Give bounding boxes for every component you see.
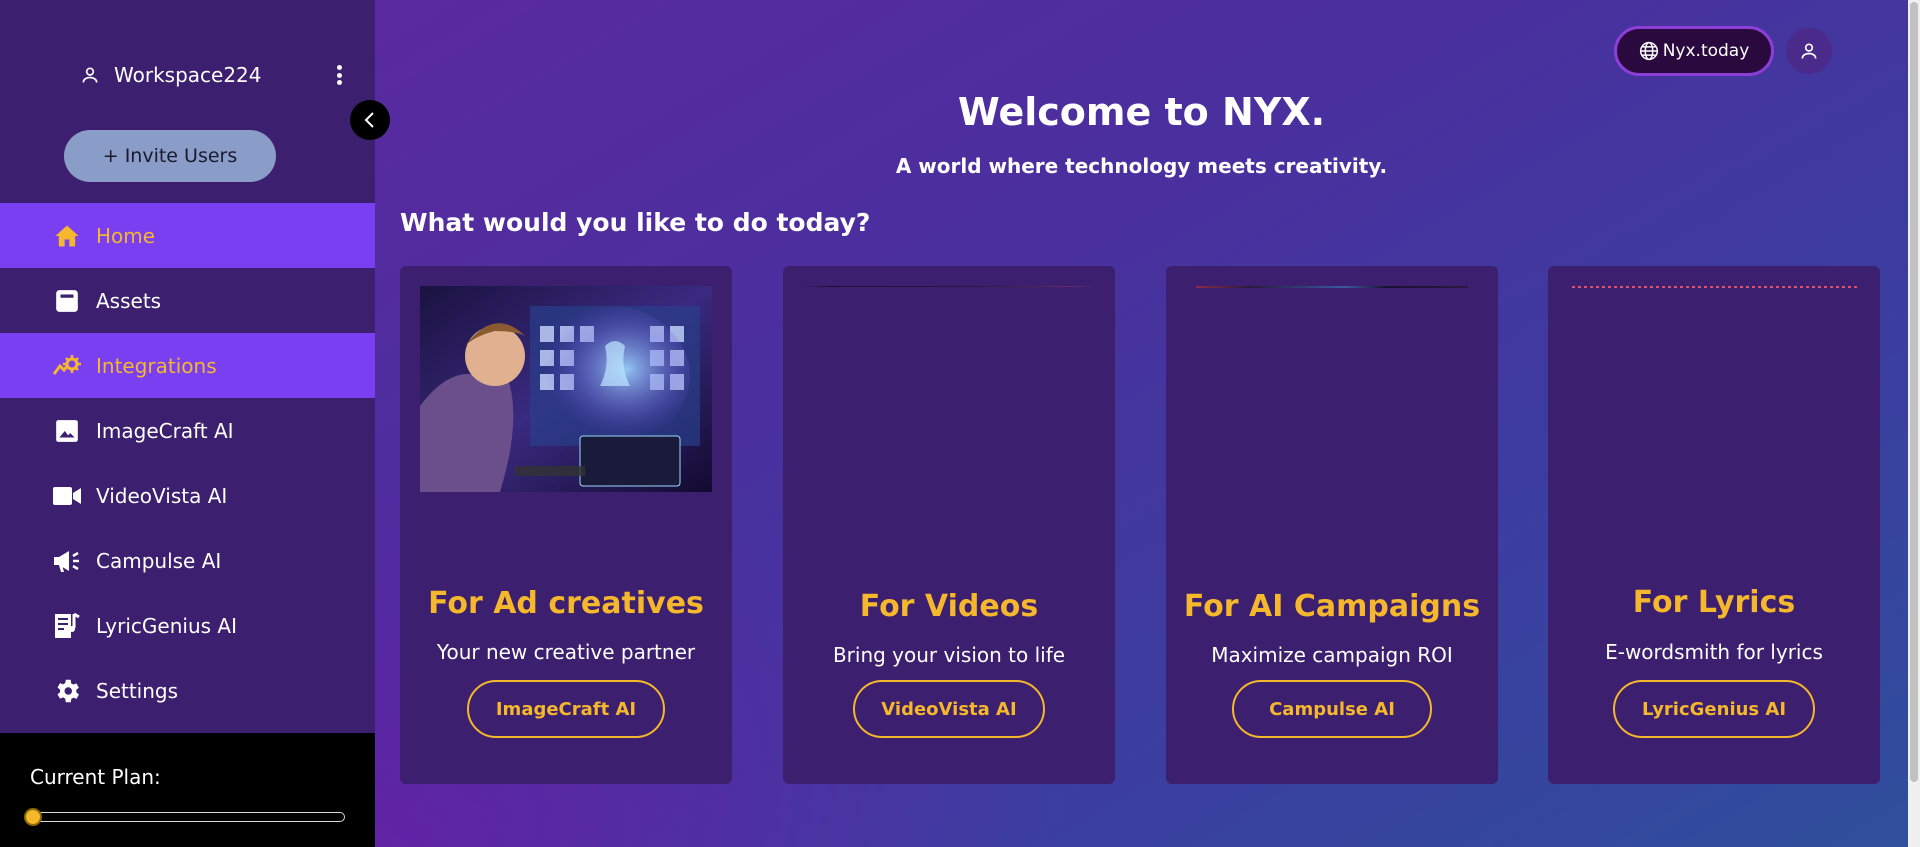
campulse-ai-button[interactable]: Campulse AI <box>1232 680 1432 738</box>
sidebar-item-label: Campulse AI <box>96 548 222 573</box>
chevron-left-icon <box>364 112 374 128</box>
video-thumbnail-placeholder <box>803 286 1095 287</box>
sidebar-item-lyricgenius[interactable]: LyricGenius AI <box>0 593 375 658</box>
site-link-label: Nyx.today <box>1662 41 1750 61</box>
card-title: For AI Campaigns <box>1183 589 1481 624</box>
sidebar-item-label: Settings <box>96 678 179 703</box>
card-subtitle: E-wordsmith for lyrics <box>1605 640 1823 664</box>
sidebar: Workspace224 + Invite Users Home Assets … <box>0 0 375 847</box>
user-icon <box>1801 43 1817 59</box>
sidebar-item-label: Home <box>96 223 156 248</box>
video-camera-icon <box>52 481 82 511</box>
card-title: For Videos <box>859 589 1039 624</box>
plan-slider-thumb[interactable] <box>24 808 42 826</box>
tagline: A world where technology meets creativit… <box>895 154 1388 178</box>
gear-icon <box>52 676 82 706</box>
user-icon <box>82 67 98 83</box>
collapse-sidebar-button[interactable] <box>350 100 390 140</box>
sidebar-item-settings[interactable]: Settings <box>0 658 375 723</box>
card-videos: For Videos Bring your vision to life Vid… <box>783 266 1115 784</box>
videovista-ai-button[interactable]: VideoVista AI <box>853 680 1045 738</box>
card-subtitle: Your new creative partner <box>436 640 696 664</box>
scrollbar-thumb[interactable] <box>1910 2 1918 782</box>
sidebar-nav: Home Assets Integrations ImageCraft AI V… <box>0 203 375 723</box>
section-question: What would you like to do today? <box>400 208 871 237</box>
current-plan-panel: Current Plan: <box>0 733 375 847</box>
imagecraft-ai-button[interactable]: ImageCraft AI <box>467 680 665 738</box>
card-ai-campaigns: For AI Campaigns Maximize campaign ROI C… <box>1166 266 1498 784</box>
sidebar-item-imagecraft[interactable]: ImageCraft AI <box>0 398 375 463</box>
page-scrollbar[interactable] <box>1908 0 1920 847</box>
sidebar-item-label: Assets <box>96 288 162 313</box>
sidebar-item-home[interactable]: Home <box>0 203 375 268</box>
sidebar-item-label: ImageCraft AI <box>96 418 234 443</box>
integrations-icon <box>52 351 82 381</box>
current-plan-label: Current Plan: <box>30 765 161 789</box>
welcome-heading: Welcome to NYX. <box>957 90 1326 134</box>
sidebar-item-integrations[interactable]: Integrations <box>0 333 375 398</box>
sidebar-item-campulse[interactable]: Campulse AI <box>0 528 375 593</box>
more-options-icon[interactable] <box>331 62 347 88</box>
workspace-switcher[interactable]: Workspace224 <box>80 60 262 90</box>
globe-icon <box>1639 41 1658 61</box>
plan-slider-track[interactable] <box>30 812 345 822</box>
card-subtitle: Maximize campaign ROI <box>1211 643 1453 667</box>
card-subtitle: Bring your vision to life <box>832 643 1066 667</box>
sidebar-item-label: VideoVista AI <box>96 483 228 508</box>
card-title: For Ad creatives <box>428 586 704 621</box>
megaphone-icon <box>52 546 82 576</box>
workspace-name: Workspace224 <box>114 63 262 87</box>
assets-icon <box>52 286 82 316</box>
sidebar-item-assets[interactable]: Assets <box>0 268 375 333</box>
invite-users-button[interactable]: + Invite Users <box>64 130 276 182</box>
home-icon <box>52 221 82 251</box>
card-ad-creatives: For Ad creatives Your new creative partn… <box>400 266 732 784</box>
sidebar-item-videovista[interactable]: VideoVista AI <box>0 463 375 528</box>
ad-creative-illustration <box>420 286 712 492</box>
lyrics-icon <box>52 611 82 641</box>
lyrics-thumbnail-placeholder <box>1572 286 1858 288</box>
user-profile-button[interactable] <box>1786 28 1832 74</box>
site-link-button[interactable]: Nyx.today <box>1614 26 1774 76</box>
sidebar-item-label: Integrations <box>96 353 217 378</box>
image-icon <box>52 416 82 446</box>
lyricgenius-ai-button[interactable]: LyricGenius AI <box>1613 680 1815 738</box>
sidebar-item-label: LyricGenius AI <box>96 613 237 638</box>
card-title: For Lyrics <box>1632 585 1796 620</box>
campaign-thumbnail-placeholder <box>1196 286 1468 288</box>
card-lyrics: For Lyrics E-wordsmith for lyrics LyricG… <box>1548 266 1880 784</box>
